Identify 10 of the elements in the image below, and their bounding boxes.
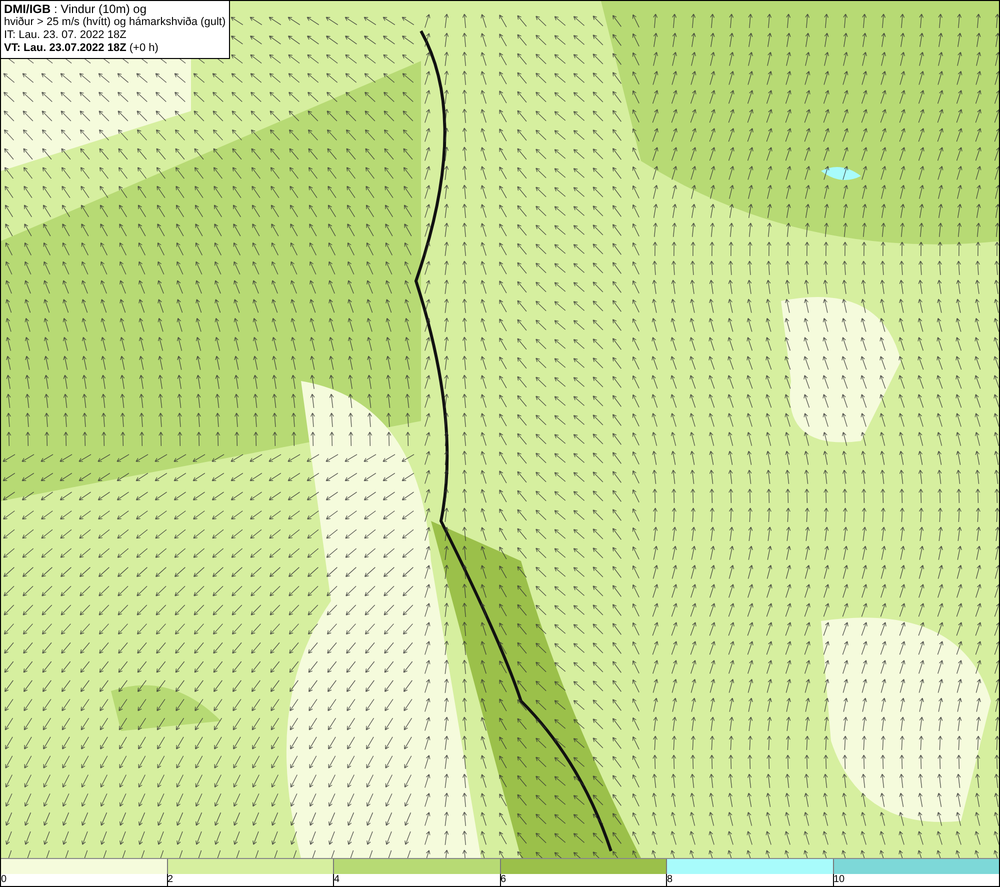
legend-label: 4 — [333, 874, 500, 886]
legend-label: 2 — [166, 874, 333, 886]
info-line: VT: Lau. 23.07.2022 18Z (+0 h) — [4, 42, 160, 55]
legend-label: 0 — [1, 874, 8, 886]
legend-label: 10 — [832, 874, 999, 886]
info-line: hviður > 25 m/s (hvítt) og hámarkshviða (gult) — [4, 16, 226, 29]
legend-label: 8 — [666, 874, 832, 886]
legend-label: 6 — [500, 874, 666, 886]
info-line: DMI/IGB : Vindur (10m) og — [4, 3, 148, 16]
info-line: IT: Lau. 23. 07. 2022 18Z — [4, 29, 128, 42]
